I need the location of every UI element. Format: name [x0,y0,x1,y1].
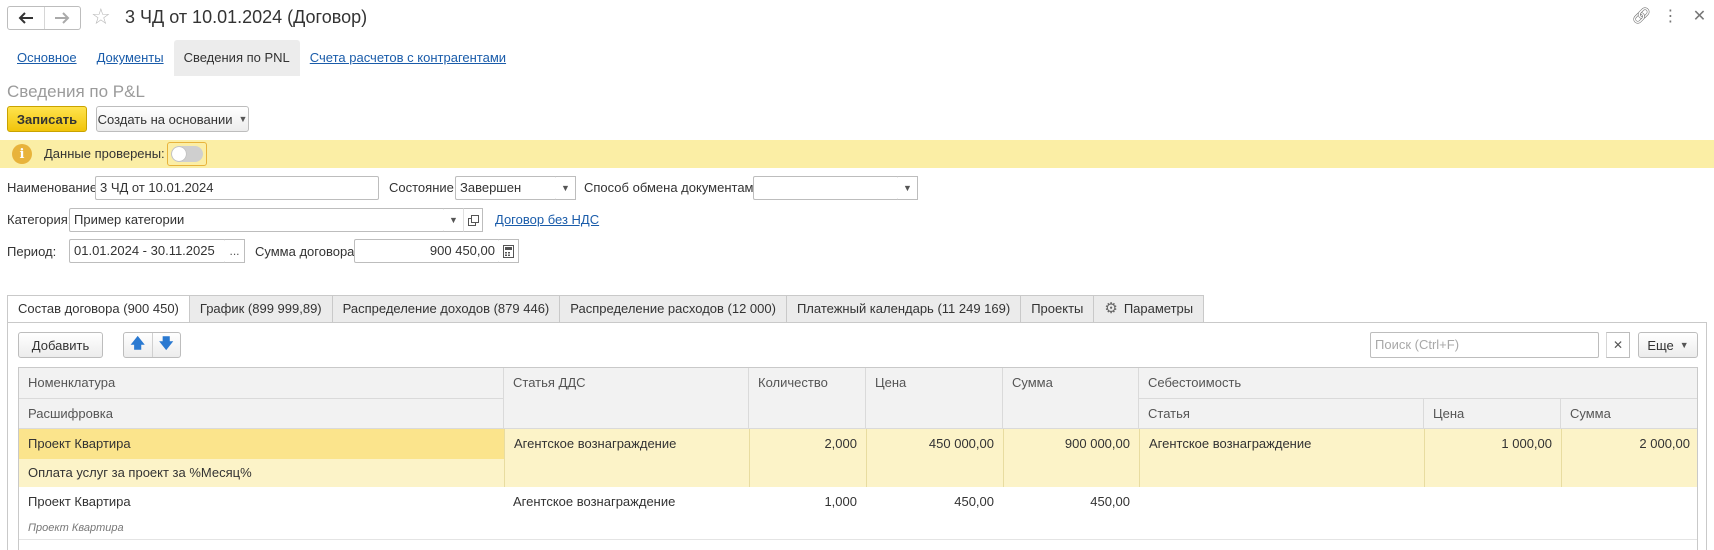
state-select[interactable]: Завершен [455,176,557,200]
move-buttons: 🡅︎ 🡇︎ [123,332,181,358]
tab-expense-distribution[interactable]: Распределение расходов (12 000) [560,295,787,323]
period-label: Период: [7,244,57,259]
subtab-pnl[interactable]: Сведения по PNL [173,40,300,76]
name-field[interactable]: 3 ЧД от 10.01.2024 [95,176,379,200]
window-title: 3 ЧД от 10.01.2024 (Договор) [125,7,368,27]
tab-income-distribution[interactable]: Распределение доходов (879 446) [332,295,561,323]
col-price[interactable]: Цена [866,368,1003,429]
contract-table: Номенклатура Расшифровка Статья ДДС Коли… [18,367,1698,550]
link-icon[interactable]: 🔗︎ [1627,6,1656,28]
cell-price[interactable]: 450 000,00 [866,429,1003,487]
arrow-up-icon[interactable]: 🡅︎ [124,333,152,357]
chevron-down-icon: ▼ [561,183,570,193]
vat-link[interactable]: Договор без НДС [495,212,599,227]
exchange-select[interactable] [753,176,899,200]
category-field[interactable]: Пример категории [69,208,445,232]
col-cost[interactable]: Себестоимость [1139,368,1697,399]
tab-parameters-label: Параметры [1123,301,1194,316]
category-open-button[interactable] [463,208,483,232]
col-cost-price[interactable]: Цена [1424,399,1561,429]
arrow-down-icon[interactable]: 🡇︎ [151,333,181,357]
category-dropdown-button[interactable]: ▼ [444,208,464,232]
search-input[interactable]: Поиск (Ctrl+F) [1370,332,1599,358]
section-title: Сведения по P&L [7,82,145,101]
close-icon[interactable]: ✕ [1685,6,1714,28]
exchange-label: Способ обмена документами: [584,180,765,195]
info-bar: i Данные проверены: [0,140,1714,168]
cell-price[interactable]: 450,00 [866,487,1003,517]
col-sum[interactable]: Сумма [1003,368,1139,429]
subtab-main[interactable]: Основное [7,40,87,76]
tab-schedule[interactable]: График (899 999,89) [189,295,333,323]
more-button[interactable]: Еще ▼ [1638,332,1698,358]
cell-decoding[interactable]: Оплата услуг за проект за %Месяц% [19,459,504,487]
col-nomenclature[interactable]: Номенклатура [19,368,504,399]
chevron-down-icon: ▼ [449,215,458,225]
tab-contract-composition[interactable]: Состав договора (900 450) [7,295,190,323]
star-icon[interactable]: ☆ [91,5,111,29]
tab-payment-calendar[interactable]: Платежный календарь (11 249 169) [786,295,1022,323]
chevron-down-icon: ▼ [1679,340,1689,350]
period-field[interactable]: 01.01.2024 - 30.11.2025 [69,239,226,263]
title-bar: ☆ 3 ЧД от 10.01.2024 (Договор) 🔗︎ ⋮ ✕ [0,0,1714,36]
cell-dds[interactable]: Агентское вознаграждение [504,429,749,487]
cell-nomenclature[interactable]: Проект Квартира [19,429,504,459]
sum-label: Сумма договора: [255,244,359,259]
chevron-down-icon: ▼ [903,183,912,193]
col-cost-sum[interactable]: Сумма [1561,399,1697,429]
subtab-documents[interactable]: Документы [87,40,174,76]
exchange-dropdown-button[interactable]: ▼ [898,176,918,200]
nav-buttons [7,6,81,30]
close-icon: ✕ [1612,338,1624,352]
clear-search-button[interactable]: ✕ [1606,332,1630,358]
state-label: Состояние: [389,180,458,195]
data-checked-label: Данные проверены: [44,146,165,161]
arrow-left-icon [18,12,33,24]
tab-projects[interactable]: Проекты [1021,295,1095,323]
cell-cost-item[interactable]: Агентское вознаграждение [1139,429,1424,487]
cell-cost-sum[interactable]: 2 000,00 [1561,429,1697,487]
data-checked-toggle[interactable] [167,142,207,166]
cell-cost-price[interactable] [1424,487,1561,517]
tab-parameters[interactable]: ⚙ Параметры [1094,295,1205,323]
col-decoding[interactable]: Расшифровка [19,399,504,429]
back-button[interactable] [8,7,44,29]
form-sections: Основное Документы Сведения по PNL Счета… [7,40,516,76]
forward-button[interactable] [43,7,81,29]
period-select-button[interactable]: ... [225,239,245,263]
calculator-icon [503,244,514,258]
calculator-button[interactable] [499,239,519,263]
open-icon [467,214,479,226]
content-tabs: Состав договора (900 450) График (899 99… [7,295,1205,323]
create-based-on-button[interactable]: Создать на основании ▼ [96,106,249,132]
info-icon: i [12,144,32,164]
cell-sum[interactable]: 450,00 [1003,487,1139,517]
cell-dds[interactable]: Агентское вознаграждение [504,487,749,517]
cell-sum[interactable]: 900 000,00 [1003,429,1139,487]
cell-quantity[interactable]: 1,000 [749,487,866,517]
cell-cost-item[interactable] [1139,487,1424,517]
col-quantity[interactable]: Количество [749,368,866,429]
create-based-on-label: Создать на основании [97,111,233,127]
name-label: Наименование: [7,180,101,195]
gear-icon: ⚙ [1104,300,1118,317]
cell-cost-price[interactable]: 1 000,00 [1424,429,1561,487]
sum-field[interactable]: 900 450,00 [354,239,500,263]
add-button[interactable]: Добавить [18,332,103,358]
more-label: Еще [1647,337,1674,353]
more-vert-icon[interactable]: ⋮ [1656,6,1685,28]
save-button[interactable]: Записать [7,106,87,132]
subtab-accounts[interactable]: Счета расчетов с контрагентами [300,40,516,76]
arrow-right-icon [55,12,70,24]
cell-nomenclature[interactable]: Проект Квартира [19,487,504,517]
chevron-down-icon: ▼ [238,114,248,124]
state-dropdown-button[interactable]: ▼ [556,176,576,200]
cell-quantity[interactable]: 2,000 [749,429,866,487]
cell-cost-sum[interactable] [1561,487,1697,517]
col-dds[interactable]: Статья ДДС [504,368,749,429]
category-label: Категория: [7,212,72,227]
cell-decoding[interactable]: Проект Квартира [19,517,504,539]
col-cost-item[interactable]: Статья [1139,399,1424,429]
